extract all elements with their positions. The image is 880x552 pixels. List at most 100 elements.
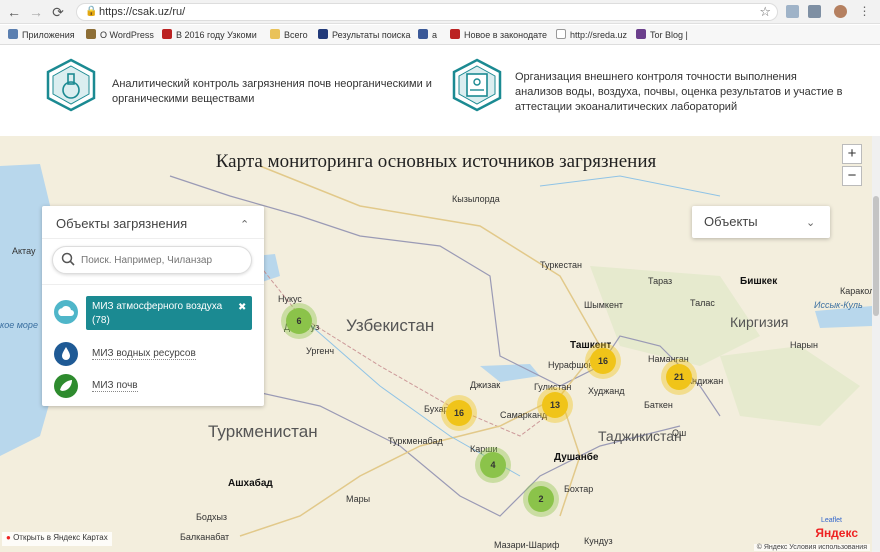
search-input[interactable] bbox=[81, 252, 241, 268]
bookmark-item[interactable]: В 2016 году Узкоми bbox=[162, 29, 257, 41]
objects-dropdown-label: Объекты bbox=[704, 214, 758, 229]
city-label: Тараз bbox=[648, 276, 673, 286]
bookmark-item[interactable]: http://sreda.uz bbox=[556, 29, 627, 41]
city-label: Актау bbox=[12, 246, 36, 256]
zoom-in-button[interactable]: + bbox=[842, 144, 862, 164]
city-label: Наманган bbox=[648, 354, 689, 364]
chevron-up-icon[interactable]: ⌃ bbox=[240, 218, 249, 231]
city-label: Каракол bbox=[840, 286, 872, 296]
city-label: Талас bbox=[690, 298, 715, 308]
city-label: Кызылорда bbox=[452, 194, 500, 204]
facebook-icon bbox=[418, 29, 428, 39]
lake-label: Иссык-Куль bbox=[814, 300, 863, 310]
city-label: Кундуз bbox=[584, 536, 613, 546]
bookmark-item[interactable]: Tor Blog | bbox=[636, 29, 688, 41]
pollution-objects-panel: Объекты загрязнения ⌃ МИЗ атмосферного в… bbox=[42, 206, 264, 406]
apps-grid-icon bbox=[8, 29, 18, 39]
cluster-marker[interactable]: 6 bbox=[286, 308, 312, 334]
bookmark-item[interactable]: Всего bbox=[270, 29, 308, 41]
leaf-icon bbox=[54, 374, 78, 398]
divider bbox=[42, 284, 264, 285]
bookmark-item[interactable]: Результаты поиска bbox=[318, 29, 410, 41]
scrollbar-thumb[interactable] bbox=[873, 196, 879, 316]
browser-toolbar: ← → ⟳ 🔒 https://csak.uz/ru/ ☆ ⋮ bbox=[0, 0, 880, 24]
address-bar[interactable]: 🔒 https://csak.uz/ru/ ☆ bbox=[76, 3, 778, 21]
category-label: МИЗ водных ресурсов bbox=[92, 348, 196, 360]
search-box[interactable] bbox=[52, 246, 252, 274]
country-label: Туркменистан bbox=[208, 422, 318, 441]
close-icon[interactable]: ✖ bbox=[238, 302, 246, 313]
site-icon bbox=[318, 29, 328, 39]
copyright-text: © Яндекс Условия использования bbox=[753, 544, 870, 551]
cloud-icon bbox=[54, 300, 78, 324]
certificate-hexagon-icon bbox=[452, 58, 502, 112]
open-in-yandex-link[interactable]: ● Открыть в Яндекс Картах bbox=[2, 532, 112, 546]
leaflet-link[interactable]: Leaflet bbox=[821, 517, 842, 524]
city-label: Гулистан bbox=[534, 382, 572, 392]
city-label: Ашхабад bbox=[228, 478, 273, 489]
city-label: Мазари-Шариф bbox=[494, 540, 560, 550]
city-label: Бодхыз bbox=[196, 512, 228, 522]
chevron-down-icon: ⌄ bbox=[806, 217, 816, 229]
city-label: Джизак bbox=[470, 380, 501, 390]
map-pin-icon: ● bbox=[6, 533, 11, 542]
city-label: Ургенч bbox=[306, 346, 335, 356]
objects-dropdown[interactable]: Объекты ⌄ bbox=[692, 206, 830, 238]
page-icon bbox=[556, 29, 566, 39]
cluster-marker[interactable]: 21 bbox=[666, 364, 692, 390]
site-icon bbox=[450, 29, 460, 39]
yandex-logo: Яндекс bbox=[815, 526, 858, 540]
city-label: Туркестан bbox=[540, 260, 582, 270]
divider bbox=[42, 238, 264, 239]
extension-icon[interactable] bbox=[786, 5, 799, 18]
profile-avatar-icon[interactable] bbox=[834, 5, 847, 18]
extension-icon[interactable] bbox=[808, 5, 821, 18]
map-title: Карта мониторинга основных источников за… bbox=[215, 151, 657, 172]
zoom-out-button[interactable]: − bbox=[842, 166, 862, 186]
cluster-marker[interactable]: 16 bbox=[590, 348, 616, 374]
reload-icon[interactable]: ⟳ bbox=[50, 4, 66, 20]
country-label: Киргизия bbox=[730, 314, 789, 330]
page-scrollbar[interactable] bbox=[872, 136, 880, 552]
city-label: Баткен bbox=[644, 400, 673, 410]
city-label: Бишкек bbox=[740, 276, 778, 287]
flask-hexagon-icon bbox=[46, 58, 96, 112]
tor-icon bbox=[636, 29, 646, 39]
city-label: Худжанд bbox=[588, 386, 625, 396]
city-label: Самарканд bbox=[500, 410, 548, 420]
back-icon[interactable]: ← bbox=[6, 4, 22, 20]
city-label: Нурафшон bbox=[548, 360, 594, 370]
pollution-map[interactable]: Карта мониторинга основных источников за… bbox=[0, 136, 872, 552]
forward-icon[interactable]: → bbox=[28, 4, 44, 20]
lock-icon: 🔒 bbox=[85, 6, 98, 17]
bookmark-apps[interactable]: Приложения bbox=[8, 29, 75, 41]
city-label: Нукус bbox=[278, 294, 302, 304]
city-label: Мары bbox=[346, 494, 371, 504]
city-label: Шымкент bbox=[584, 300, 624, 310]
wordpress-icon bbox=[86, 29, 96, 39]
bookmark-item[interactable]: а bbox=[418, 29, 437, 41]
city-label: Балканабат bbox=[180, 532, 230, 542]
city-label: Нарын bbox=[790, 340, 818, 350]
cluster-marker[interactable]: 13 bbox=[542, 392, 568, 418]
bookmark-item[interactable]: Новое в законодате bbox=[450, 29, 547, 41]
panel-title: Объекты загрязнения bbox=[56, 216, 188, 231]
category-label: МИЗ атмосферного воздуха (78) bbox=[92, 301, 223, 326]
search-icon bbox=[61, 252, 75, 266]
city-label: Туркменабад bbox=[388, 436, 443, 446]
service-quality-control-text: Организация внешнего контроля точности в… bbox=[515, 71, 843, 113]
service-soil-analysis-text: Аналитический контроль загрязнения почв … bbox=[112, 78, 432, 105]
country-label: Таджикистан bbox=[598, 428, 682, 444]
bookmark-item[interactable]: О WordPress bbox=[86, 29, 154, 41]
category-label: МИЗ почв bbox=[92, 380, 138, 392]
cluster-marker[interactable]: 16 bbox=[446, 400, 472, 426]
bookmark-star-icon[interactable]: ☆ bbox=[759, 4, 771, 20]
water-drop-icon bbox=[54, 342, 78, 366]
url-text: https://csak.uz/ru/ bbox=[99, 6, 186, 18]
city-label: Ош bbox=[672, 428, 687, 438]
menu-kebab-icon[interactable]: ⋮ bbox=[858, 5, 871, 18]
cluster-marker[interactable]: 2 bbox=[528, 486, 554, 512]
city-label: Душанбе bbox=[554, 452, 599, 463]
cluster-marker[interactable]: 4 bbox=[480, 452, 506, 478]
site-icon bbox=[162, 29, 172, 39]
